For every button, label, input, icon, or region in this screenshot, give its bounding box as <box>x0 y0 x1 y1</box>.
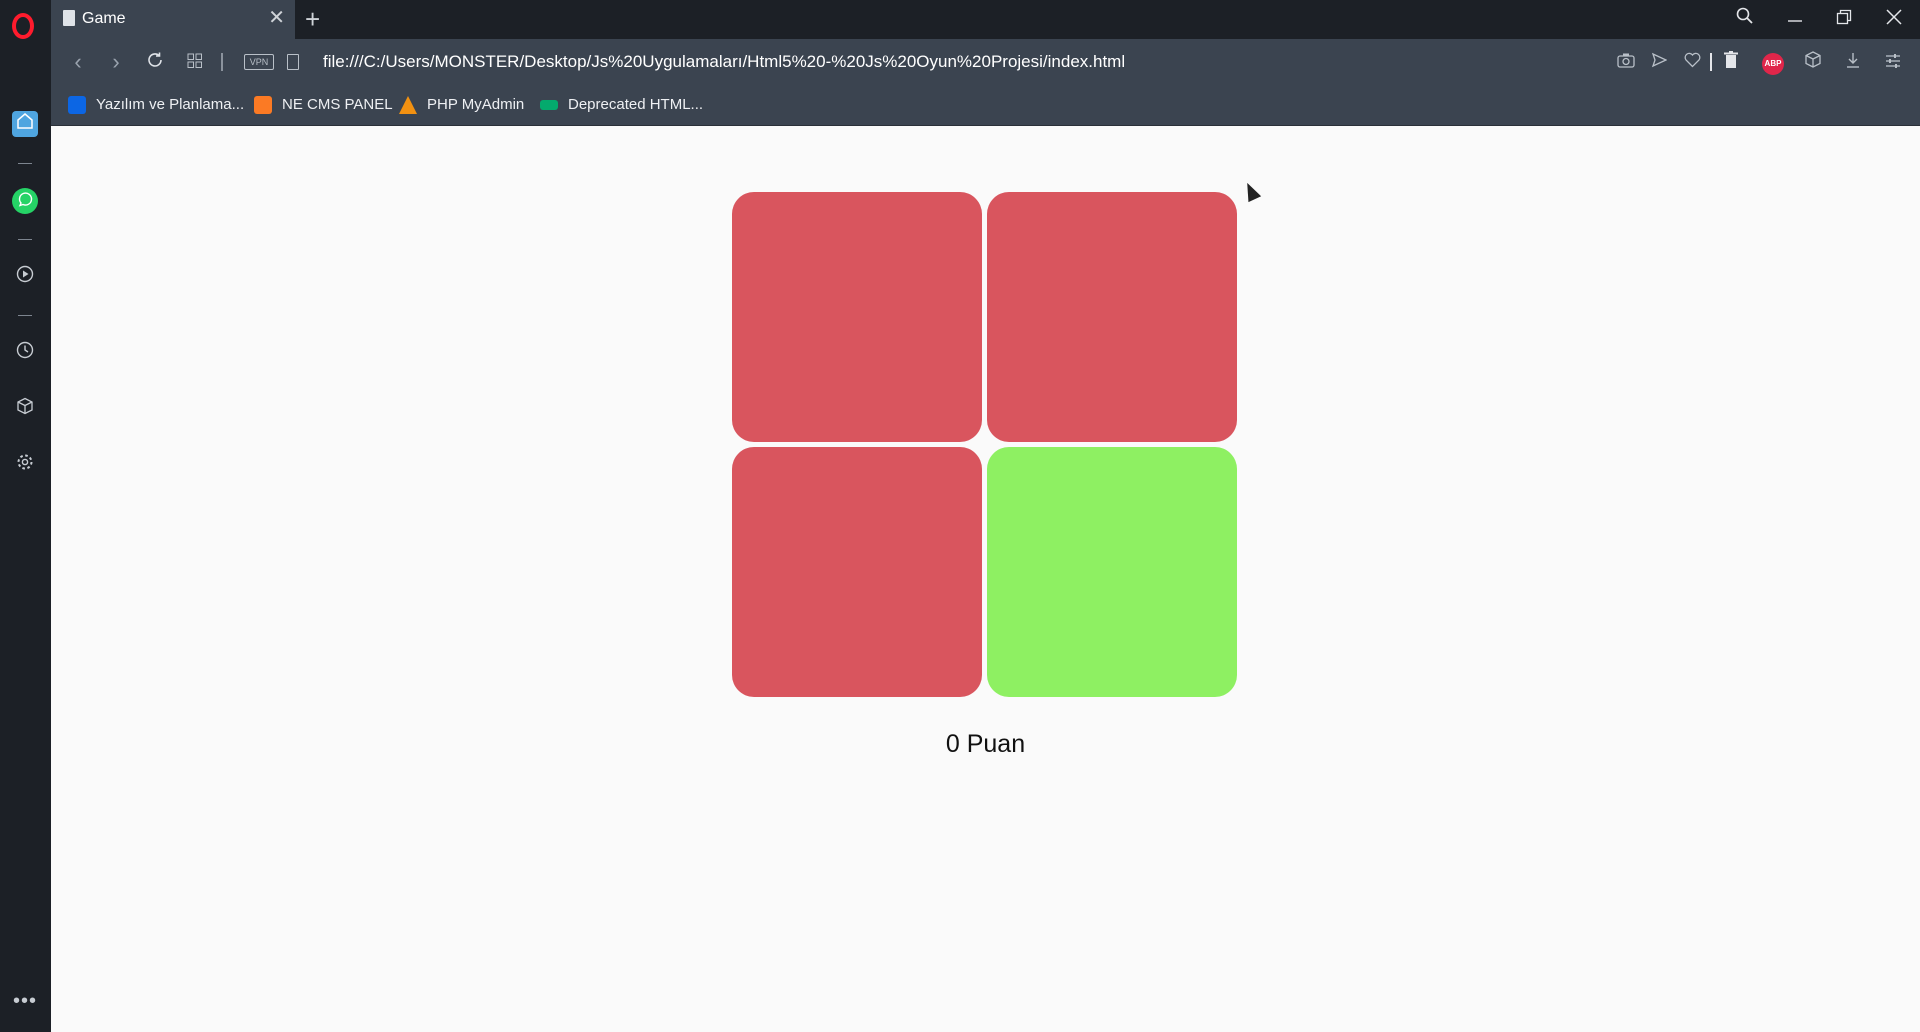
game-tile-red[interactable] <box>732 192 982 442</box>
sidebar: ••• <box>0 39 51 1032</box>
extensions-divider <box>1710 53 1712 71</box>
xampp-icon <box>254 96 272 115</box>
game-grid <box>732 192 1238 698</box>
close-tab-icon[interactable]: ✕ <box>268 8 285 28</box>
game-tile-red[interactable] <box>987 192 1237 442</box>
extensions-cube-icon[interactable] <box>12 396 38 422</box>
bookmark-item[interactable]: Yazılım ve Planlama... <box>68 94 244 116</box>
bookmark-label: NE CMS PANEL <box>282 96 393 113</box>
bookmark-label: Deprecated HTML... <box>568 96 704 113</box>
adblock-plus-icon[interactable]: ABP <box>1762 53 1784 75</box>
home-icon[interactable] <box>12 111 38 137</box>
reload-icon[interactable] <box>140 48 170 76</box>
bookmarks-bar: Yazılım ve Planlama... NE CMS PANEL PHP … <box>51 85 1920 126</box>
sidebar-divider <box>18 163 32 164</box>
speed-dial-grid-icon[interactable] <box>180 48 210 76</box>
new-tab-button[interactable]: + <box>305 4 320 34</box>
toolbar-divider <box>221 53 223 71</box>
player-icon[interactable] <box>12 264 38 290</box>
trello-icon <box>68 96 86 115</box>
page-info-icon[interactable] <box>287 54 299 70</box>
whatsapp-icon[interactable] <box>12 188 38 214</box>
score-label: 0 Puan <box>945 730 1026 758</box>
sidebar-divider <box>18 315 32 316</box>
easy-setup-icon[interactable] <box>1881 51 1905 75</box>
page-content: 0 Puan <box>51 126 1920 1032</box>
tab-game[interactable]: Game ✕ <box>51 0 295 39</box>
restore-button[interactable] <box>1822 0 1866 39</box>
back-arrow-icon[interactable]: ‹ <box>63 48 93 76</box>
address-bar: ‹ › VPN file:///C:/Users/MONSTER/Desktop… <box>51 39 1920 85</box>
send-flow-icon[interactable] <box>1647 51 1671 75</box>
opera-logo-icon[interactable] <box>12 13 34 39</box>
search-tabs-icon[interactable] <box>1723 0 1767 39</box>
vpn-badge[interactable]: VPN <box>244 54 274 70</box>
forward-arrow-icon[interactable]: › <box>101 48 131 76</box>
bookmark-heart-icon[interactable] <box>1680 51 1704 75</box>
bookmark-label: PHP MyAdmin <box>427 96 525 113</box>
minimize-button[interactable] <box>1773 0 1817 39</box>
extension-cube-icon[interactable] <box>1801 51 1825 75</box>
sidebar-divider <box>18 239 32 240</box>
snapshot-camera-icon[interactable] <box>1614 51 1638 75</box>
bookmark-item[interactable]: NE CMS PANEL <box>254 94 393 116</box>
phpmyadmin-icon <box>399 96 417 115</box>
document-icon <box>63 10 75 26</box>
bookmark-label: Yazılım ve Planlama... <box>96 96 245 113</box>
game-tile-red[interactable] <box>732 447 982 697</box>
settings-gear-icon[interactable] <box>12 452 38 478</box>
url-field[interactable]: file:///C:/Users/MONSTER/Desktop/Js%20Uy… <box>323 52 1125 72</box>
tab-title: Game <box>82 10 126 27</box>
history-clock-icon[interactable] <box>12 340 38 366</box>
bookmark-item[interactable]: PHP MyAdmin <box>399 94 524 116</box>
tab-bar: Game ✕ + <box>0 0 1920 39</box>
trash-extension-icon[interactable] <box>1719 51 1743 75</box>
bookmark-item[interactable]: Deprecated HTML... <box>540 94 703 116</box>
w3-icon <box>540 100 558 111</box>
more-options-icon[interactable]: ••• <box>12 991 38 1020</box>
close-window-button[interactable] <box>1872 0 1916 39</box>
download-icon[interactable] <box>1841 51 1865 75</box>
game-tile-green[interactable] <box>987 447 1237 697</box>
